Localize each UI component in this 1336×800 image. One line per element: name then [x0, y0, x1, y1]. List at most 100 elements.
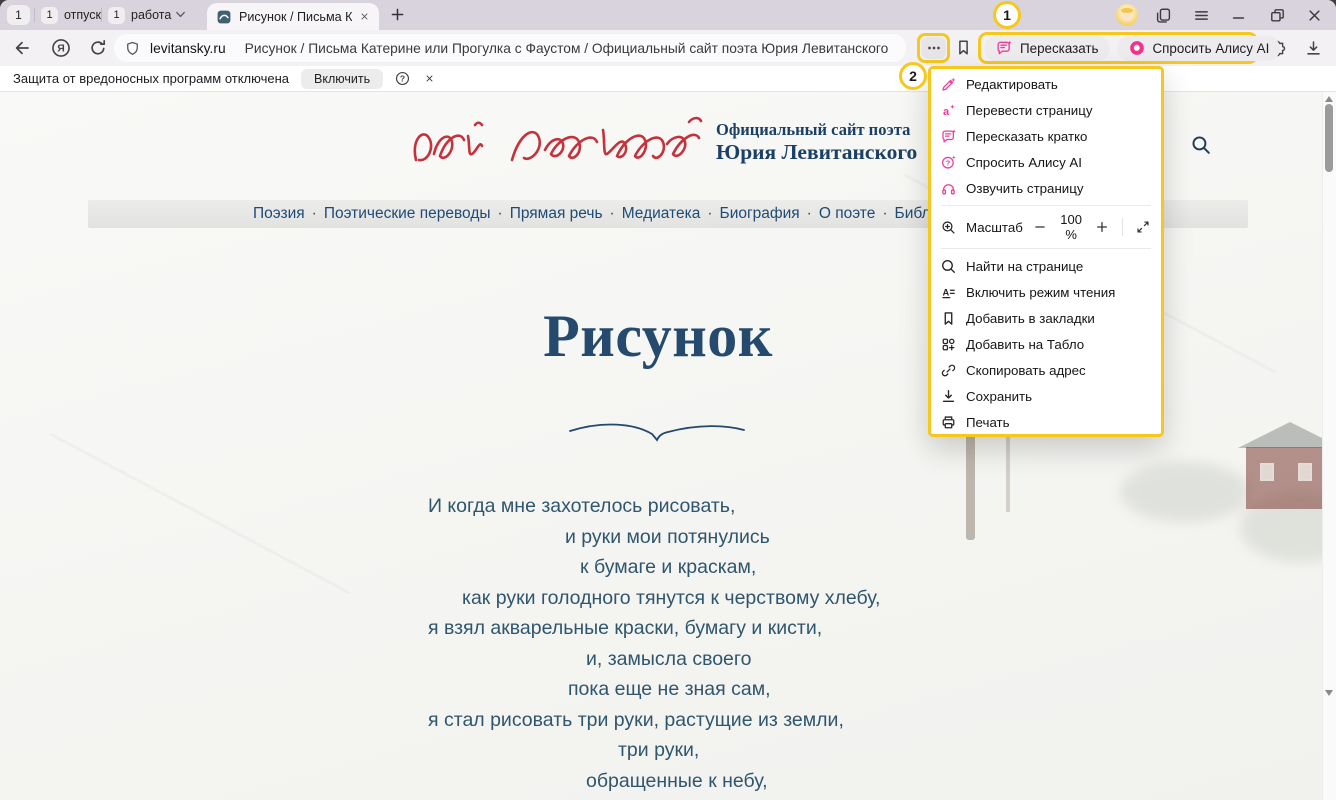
tab-panels-icon[interactable] [1154, 6, 1173, 25]
nav-item-biography[interactable]: Биография [720, 205, 800, 223]
zoom-in-button[interactable] [1094, 217, 1110, 237]
nav-separator: · [807, 205, 812, 223]
poem-line: и руки мои потянулись [565, 522, 880, 553]
nav-separator: · [498, 205, 503, 223]
menu-item-find-on-page[interactable]: Найти на странице [931, 253, 1161, 279]
close-window-button[interactable] [1305, 6, 1324, 25]
nav-separator: · [707, 205, 712, 223]
zoom-label: Масштаб [966, 220, 1023, 235]
tab-group-work[interactable]: 1 работа [108, 5, 171, 25]
poem-line: пока еще не зная сам, [568, 674, 880, 705]
alice-avatar[interactable] [1116, 4, 1138, 26]
scrollbar-thumb[interactable] [1325, 104, 1333, 172]
menu-item-read-aloud[interactable]: Озвучить страницу [931, 175, 1161, 201]
nav-item-direct-speech[interactable]: Прямая речь [510, 205, 603, 223]
tab-group-count: 1 [41, 7, 58, 24]
decorative-flourish [568, 420, 746, 448]
printer-icon [940, 414, 957, 431]
alice-chat-icon [940, 154, 957, 171]
infobar-close-icon[interactable] [424, 73, 435, 84]
menu-item-label: Озвучить страницу [966, 181, 1084, 196]
menu-item-add-to-tableau[interactable]: Добавить на Табло [931, 331, 1161, 357]
poem-line: и, замысла своего [586, 644, 880, 675]
background-house-window [1298, 463, 1312, 481]
menu-item-edit[interactable]: Редактировать [931, 71, 1161, 97]
address-bar[interactable]: levitansky.ru Рисунок / Письма Катерине … [114, 34, 906, 62]
nav-separator: · [610, 205, 615, 223]
menu-vertical-divider [1122, 218, 1123, 236]
menu-item-copy-address[interactable]: Скопировать адрес [931, 357, 1161, 383]
nav-item-translations[interactable]: Поэтические переводы [324, 205, 491, 223]
nav-item-poetry[interactable]: Поэзия [253, 205, 305, 223]
highlight-box-more-actions [917, 33, 950, 63]
refresh-button[interactable] [88, 38, 108, 58]
zoom-value: 100 % [1057, 212, 1085, 242]
menu-item-ask-alice[interactable]: Спросить Алису AI [931, 149, 1161, 175]
summarize-button[interactable]: Пересказать [984, 36, 1110, 61]
menu-item-label: Добавить на Табло [966, 337, 1084, 352]
nav-item-media[interactable]: Медиатека [622, 205, 701, 223]
minimize-button[interactable] [1229, 6, 1248, 25]
active-tab[interactable]: Рисунок / Письма Кате [207, 3, 379, 30]
tab-close-icon[interactable] [359, 11, 370, 22]
menu-item-label: Включить режим чтения [966, 285, 1115, 300]
browser-actions-menu: Редактировать Перевести страницу Переска… [928, 66, 1164, 437]
downloads-icon[interactable] [1304, 39, 1323, 58]
shield-icon[interactable] [124, 40, 141, 57]
enable-protection-button[interactable]: Включить [301, 69, 383, 89]
headphones-icon [940, 180, 957, 197]
bookmark-icon[interactable] [954, 38, 973, 57]
poem: И когда мне захотелось рисовать, и руки … [428, 491, 880, 796]
menu-item-translate-page[interactable]: Перевести страницу [931, 97, 1161, 123]
tab-group-label: работа [131, 8, 171, 22]
menu-item-print[interactable]: Печать [931, 409, 1161, 435]
zoom-out-button[interactable] [1032, 217, 1048, 237]
reader-mode-icon [940, 284, 957, 301]
menu-item-label: Найти на странице [966, 259, 1083, 274]
nav-item-about[interactable]: О поэте [819, 205, 876, 223]
browser-window: 1 1 отпуск 1 работа Рисунок / Письма Кат… [0, 0, 1336, 800]
poem-line: как руки голодного тянутся к черствому х… [462, 583, 880, 614]
annotation-step-1: 1 [993, 1, 1021, 29]
yandex-button[interactable] [50, 37, 72, 59]
menu-item-save[interactable]: Сохранить [931, 383, 1161, 409]
scrollbar-down-arrow[interactable] [1325, 690, 1333, 696]
back-button[interactable] [12, 38, 32, 58]
browser-menu-icon[interactable] [1192, 6, 1211, 25]
chevron-down-icon[interactable] [172, 6, 189, 23]
help-icon[interactable] [394, 70, 411, 87]
tab-separator [34, 8, 35, 22]
fullscreen-icon[interactable] [1135, 217, 1151, 237]
site-favicon-icon [216, 9, 232, 25]
tab-overflow-badge[interactable]: 1 [7, 5, 30, 25]
poem-line: я взял акварельные краски, бумагу и кист… [428, 613, 880, 644]
site-logo-signature[interactable] [408, 108, 708, 180]
new-tab-button[interactable] [388, 5, 407, 24]
site-search-icon[interactable] [1188, 132, 1214, 158]
menu-item-add-bookmark[interactable]: Добавить в закладки [931, 305, 1161, 331]
highlight-box-ai-buttons: Пересказать Спросить Алису AI [978, 32, 1258, 64]
menu-item-label: Перевести страницу [966, 103, 1092, 118]
restore-window-button[interactable] [1268, 6, 1287, 25]
infobar-message: Защита от вредоносных программ отключена [13, 71, 289, 86]
menu-item-label: Пересказать кратко [966, 129, 1087, 144]
menu-item-summarize-briefly[interactable]: Пересказать кратко [931, 123, 1161, 149]
menu-divider [941, 205, 1151, 206]
background-house [1246, 447, 1334, 509]
summarize-icon [995, 39, 1013, 57]
ask-alice-button[interactable]: Спросить Алису AI [1117, 36, 1281, 61]
poem-line: обращенные к небу, [586, 766, 880, 797]
menu-item-reader-mode[interactable]: Включить режим чтения [931, 279, 1161, 305]
tab-bar: 1 1 отпуск 1 работа Рисунок / Письма Кат… [0, 0, 1336, 30]
zoom-in-icon [940, 219, 957, 236]
tab-group-vacation[interactable]: 1 отпуск [41, 5, 101, 25]
texture [49, 432, 351, 594]
pencil-icon [940, 76, 957, 93]
tableau-grid-icon [940, 336, 957, 353]
site-tagline: Официальный сайт поэта Юрия Левитанского [716, 120, 917, 165]
bookmark-icon [940, 310, 957, 327]
menu-divider [941, 248, 1151, 249]
scrollbar-up-arrow[interactable] [1325, 96, 1333, 102]
alice-icon [1128, 39, 1146, 57]
active-tab-title: Рисунок / Письма Кате [239, 10, 352, 24]
